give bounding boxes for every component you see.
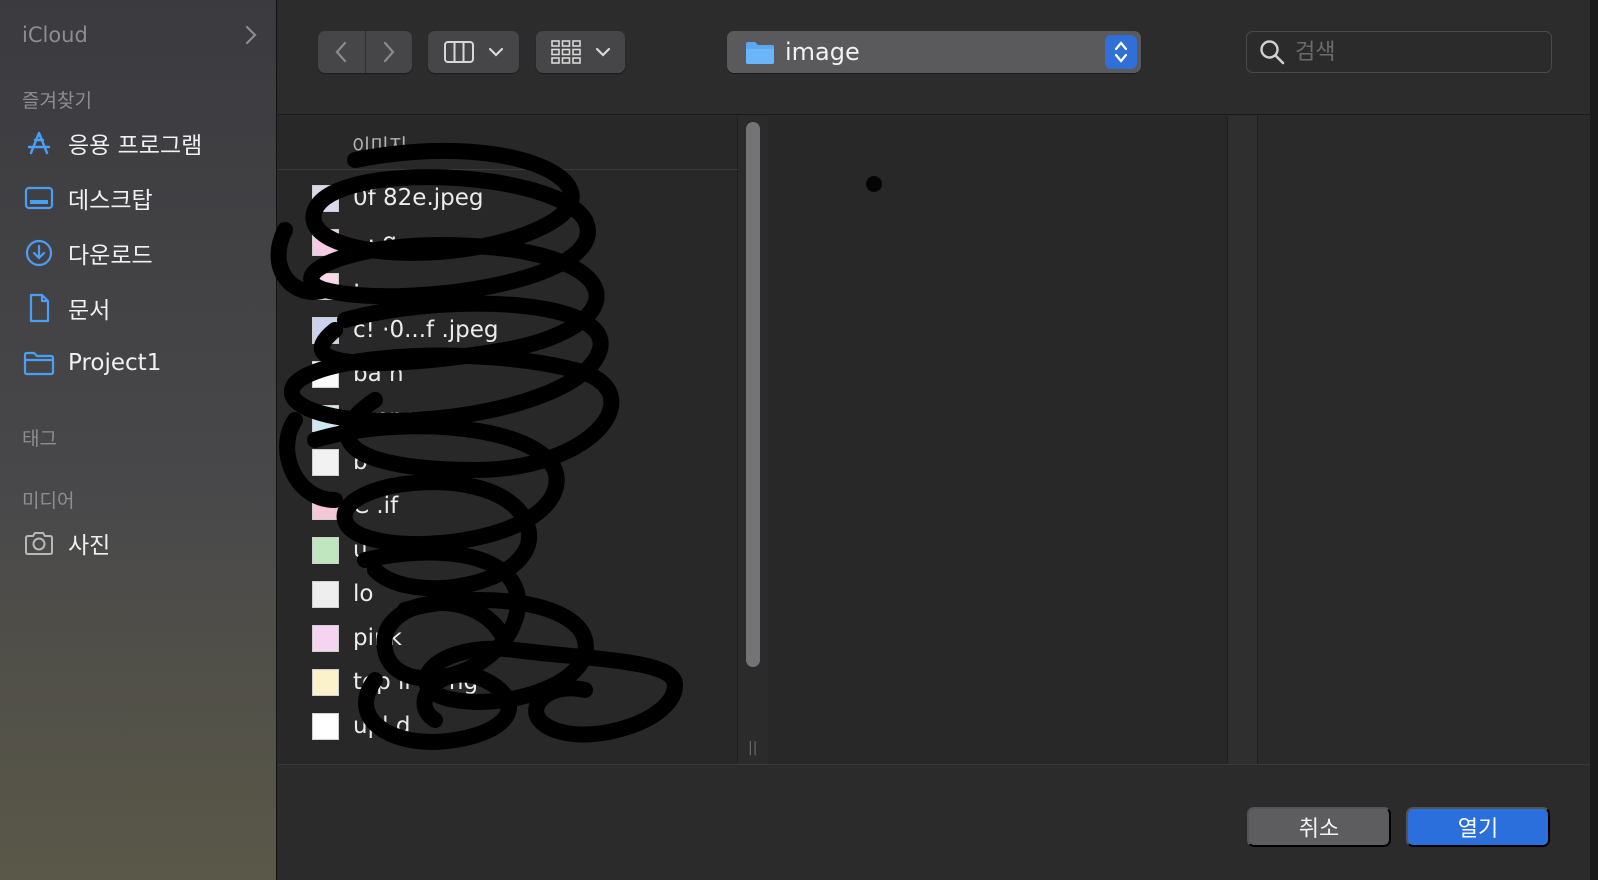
- list-item[interactable]: lo: [278, 572, 738, 616]
- group-grid-icon: [551, 40, 582, 64]
- sidebar-item-label: 데스크탑: [68, 188, 153, 214]
- list-item[interactable]: c! ·0...f .jpeg: [278, 308, 738, 352]
- columns-view-icon: [443, 41, 474, 63]
- search-icon: [1260, 40, 1285, 65]
- sidebar-item-applications[interactable]: 응용 프로그램: [22, 122, 262, 164]
- tags-section-label: 태그: [22, 428, 57, 450]
- image-thumbnail-icon: [312, 580, 339, 608]
- list-item[interactable]: pink: [278, 616, 738, 660]
- view-mode-button[interactable]: [428, 31, 519, 73]
- cursor-dot: [866, 176, 882, 192]
- list-item[interactable]: e.png: [278, 396, 738, 440]
- cancel-button[interactable]: 취소: [1247, 807, 1391, 847]
- dialog-footer: 취소 열기: [278, 764, 1590, 880]
- chevron-right-icon[interactable]: [245, 25, 257, 45]
- location-label: image: [785, 38, 860, 66]
- chevron-left-icon: [335, 41, 347, 63]
- file-name: upl d: [353, 713, 411, 739]
- up-down-chevron-icon: [1114, 41, 1128, 63]
- list-item[interactable]: b: [278, 440, 738, 484]
- window-edge: [1590, 0, 1598, 880]
- document-icon: [22, 293, 56, 323]
- icloud-label: iCloud: [22, 23, 88, 47]
- downloads-icon: [22, 238, 56, 268]
- open-button[interactable]: 열기: [1406, 807, 1550, 847]
- folder-icon: [22, 348, 56, 378]
- desktop-icon: [22, 183, 56, 213]
- image-thumbnail-icon: [312, 448, 339, 476]
- forward-button[interactable]: [365, 31, 412, 73]
- list-item[interactable]: top ir lo ng: [278, 660, 738, 704]
- folder-icon: [746, 42, 774, 64]
- sidebar-item-downloads[interactable]: 다운로드: [22, 232, 262, 274]
- camera-icon: [22, 528, 56, 558]
- column-resize-handle-icon[interactable]: ||: [748, 740, 760, 756]
- file-column: 이미지 0f 82e.jpeg · · g · c! ·0...f .jpeg …: [278, 116, 738, 764]
- sidebar-item-label: 응용 프로그램: [68, 133, 203, 159]
- image-thumbnail-icon: [312, 404, 339, 432]
- sidebar-item-project1[interactable]: Project1: [22, 342, 262, 384]
- group-by-button[interactable]: [536, 31, 625, 73]
- file-name: c! ·0...f .jpeg: [353, 317, 499, 343]
- list-item[interactable]: ba n: [278, 352, 738, 396]
- vertical-scrollbar[interactable]: ||: [738, 116, 768, 764]
- file-name: · · g: [353, 229, 397, 255]
- back-button[interactable]: [318, 31, 365, 73]
- image-thumbnail-icon: [312, 668, 339, 696]
- back-forward-control: [318, 31, 412, 73]
- chevron-down-icon: [595, 47, 610, 57]
- applications-icon: [22, 128, 56, 158]
- file-name: e.png: [353, 405, 419, 431]
- image-thumbnail-icon: [312, 624, 339, 652]
- image-thumbnail-icon: [312, 536, 339, 564]
- image-thumbnail-icon: [312, 316, 339, 344]
- media-section-label: 미디어: [22, 490, 75, 512]
- sidebar-item-photos[interactable]: 사진: [22, 522, 262, 564]
- list-item[interactable]: 0f 82e.jpeg: [278, 176, 738, 220]
- image-thumbnail-icon: [312, 360, 339, 388]
- search-input[interactable]: [1295, 39, 1515, 65]
- chevron-down-icon: [489, 47, 504, 57]
- image-thumbnail-icon: [312, 184, 339, 212]
- sidebar-item-documents[interactable]: 문서: [22, 287, 262, 329]
- image-thumbnail-icon: [312, 228, 339, 256]
- file-name: 0f 82e.jpeg: [353, 185, 484, 211]
- scrollbar-thumb[interactable]: [746, 122, 760, 667]
- file-list: 0f 82e.jpeg · · g · c! ·0...f .jpeg ba n…: [278, 176, 738, 748]
- sidebar: iCloud 즐겨찾기 응용 프로그램 데스크탑 다운로드 문서 Project…: [0, 0, 277, 880]
- sidebar-item-label: Project1: [68, 350, 162, 376]
- file-name: u: [353, 537, 368, 563]
- toolbar: image: [278, 0, 1598, 115]
- file-name: C .if: [353, 493, 399, 519]
- favorites-section-label: 즐겨찾기: [22, 90, 92, 112]
- list-item[interactable]: C .if: [278, 484, 738, 528]
- list-item[interactable]: u: [278, 528, 738, 572]
- column-divider[interactable]: [1228, 116, 1258, 764]
- location-popup[interactable]: image: [727, 31, 1141, 73]
- list-item[interactable]: · · g: [278, 220, 738, 264]
- preview-column: [768, 116, 1228, 764]
- chevron-right-icon: [383, 41, 395, 63]
- list-item[interactable]: ·: [278, 264, 738, 308]
- file-name: top ir lo ng: [353, 669, 479, 695]
- file-name: pink: [353, 625, 402, 651]
- empty-column: [1258, 116, 1590, 764]
- location-stepper[interactable]: [1105, 35, 1137, 69]
- image-thumbnail-icon: [312, 492, 339, 520]
- file-name: lo: [353, 581, 374, 607]
- sidebar-item-label: 다운로드: [68, 243, 153, 269]
- sidebar-item-label: 사진: [68, 533, 111, 559]
- column-header: 이미지: [278, 116, 738, 170]
- sidebar-item-label: 문서: [68, 298, 111, 324]
- sidebar-item-desktop[interactable]: 데스크탑: [22, 177, 262, 219]
- image-thumbnail-icon: [312, 272, 339, 300]
- image-thumbnail-icon: [312, 712, 339, 740]
- file-name: b: [353, 449, 368, 475]
- file-name: ·: [353, 273, 361, 299]
- file-name: ba n: [353, 361, 404, 387]
- icloud-section-header[interactable]: iCloud: [22, 22, 257, 48]
- list-item[interactable]: upl d: [278, 704, 738, 748]
- search-field[interactable]: [1246, 31, 1552, 73]
